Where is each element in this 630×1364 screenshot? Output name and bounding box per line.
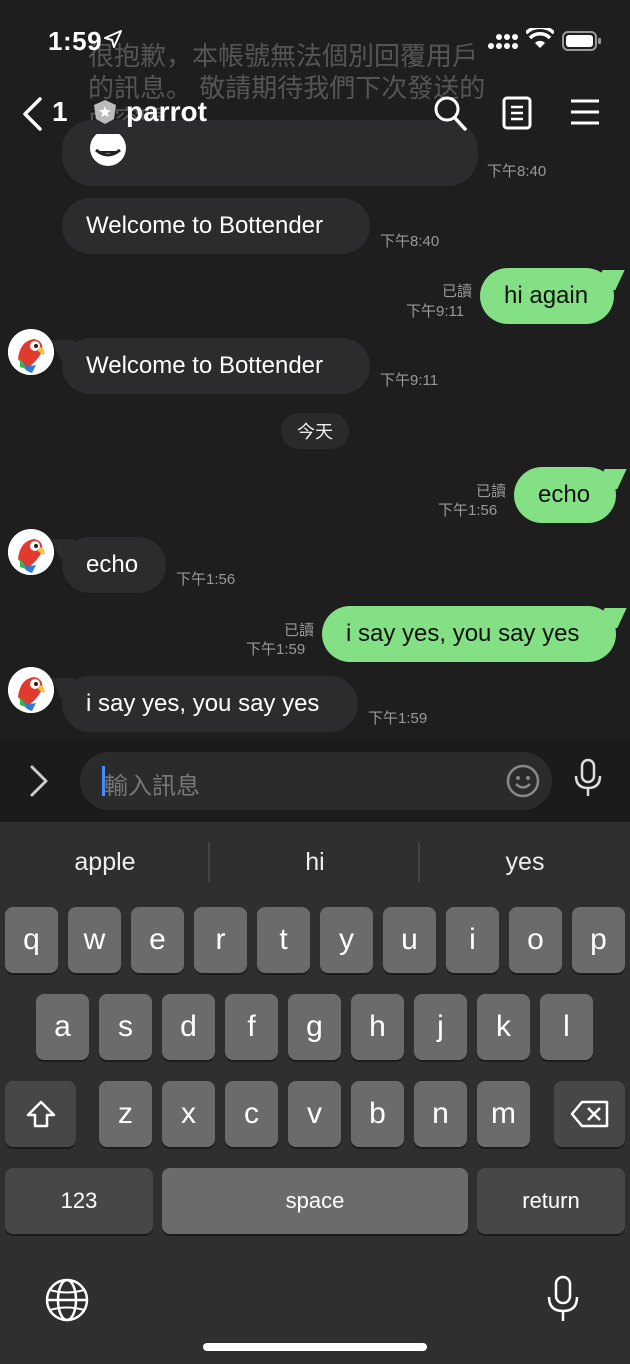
- message-time: 下午8:40: [380, 233, 440, 250]
- my-message-bubble[interactable]: hi again: [480, 268, 614, 324]
- message-input-bar: 輸入訊息: [0, 740, 630, 822]
- key-a[interactable]: a: [36, 994, 89, 1060]
- message-time: 下午1:59: [246, 641, 306, 658]
- prediction-1[interactable]: apple: [0, 848, 210, 877]
- key-d[interactable]: d: [162, 994, 215, 1060]
- key-e[interactable]: e: [131, 907, 184, 973]
- numbers-key[interactable]: 123: [5, 1168, 153, 1234]
- chat-header: 1 parrot: [0, 86, 630, 142]
- cellular-signal-icon: [488, 34, 518, 49]
- key-j[interactable]: j: [414, 994, 467, 1060]
- parrot-avatar[interactable]: [8, 667, 54, 713]
- key-q[interactable]: q: [5, 907, 58, 973]
- key-r[interactable]: r: [194, 907, 247, 973]
- key-z[interactable]: z: [99, 1081, 152, 1147]
- key-y[interactable]: y: [320, 907, 373, 973]
- key-n[interactable]: n: [414, 1081, 467, 1147]
- location-arrow-icon: [104, 30, 122, 48]
- key-l[interactable]: l: [540, 994, 593, 1060]
- message-time: 下午9:11: [380, 372, 439, 389]
- globe-icon[interactable]: [44, 1277, 90, 1323]
- status-time: 1:59: [48, 26, 103, 56]
- emoji-icon[interactable]: [506, 764, 540, 798]
- chat-title[interactable]: parrot: [92, 96, 207, 128]
- read-receipt: 已讀: [283, 622, 314, 639]
- voice-message-mic-icon[interactable]: [572, 758, 604, 798]
- date-divider: 今天: [281, 413, 349, 449]
- chat-title-text: parrot: [126, 96, 207, 127]
- official-account-badge-icon: [94, 100, 116, 124]
- read-receipt: 已讀: [441, 283, 472, 300]
- key-v[interactable]: v: [288, 1081, 341, 1147]
- bot-message-bubble[interactable]: Welcome to Bottender: [62, 338, 370, 394]
- prediction-3[interactable]: yes: [420, 848, 630, 877]
- message-input[interactable]: 輸入訊息: [80, 752, 552, 810]
- key-f[interactable]: f: [225, 994, 278, 1060]
- shift-key[interactable]: [5, 1081, 76, 1147]
- key-h[interactable]: h: [351, 994, 404, 1060]
- space-key[interactable]: space: [162, 1168, 468, 1234]
- battery-icon: [562, 31, 601, 51]
- key-c[interactable]: c: [225, 1081, 278, 1147]
- key-i[interactable]: i: [446, 907, 499, 973]
- delete-key[interactable]: [554, 1081, 625, 1147]
- prediction-2[interactable]: hi: [210, 848, 420, 877]
- key-o[interactable]: o: [509, 907, 562, 973]
- message-time: 下午1:59: [368, 710, 428, 727]
- text-cursor: [102, 766, 105, 796]
- unread-count[interactable]: 1: [52, 96, 68, 128]
- my-message-bubble[interactable]: echo: [514, 467, 616, 523]
- status-bar: 1:59: [0, 0, 630, 80]
- dictation-mic-icon[interactable]: [546, 1275, 580, 1323]
- back-chevron-icon[interactable]: [20, 96, 44, 132]
- key-s[interactable]: s: [99, 994, 152, 1060]
- parrot-avatar[interactable]: [8, 529, 54, 575]
- my-message-bubble[interactable]: i say yes, you say yes: [322, 606, 616, 662]
- read-receipt: 已讀: [475, 483, 506, 500]
- key-p[interactable]: p: [572, 907, 625, 973]
- home-indicator[interactable]: [203, 1343, 427, 1351]
- bot-message-bubble[interactable]: i say yes, you say yes: [62, 676, 358, 732]
- key-w[interactable]: w: [68, 907, 121, 973]
- shift-icon: [26, 1100, 55, 1128]
- menu-icon[interactable]: [570, 98, 600, 126]
- key-b[interactable]: b: [351, 1081, 404, 1147]
- keyboard: apple hi yes q w e r t y u i o p a s d f…: [0, 822, 630, 1364]
- notes-icon[interactable]: [502, 96, 532, 130]
- message-time: 下午8:40: [487, 163, 547, 180]
- expand-chevron-icon[interactable]: [28, 764, 50, 798]
- return-key[interactable]: return: [477, 1168, 625, 1234]
- message-time: 下午1:56: [438, 502, 498, 519]
- key-k[interactable]: k: [477, 994, 530, 1060]
- key-g[interactable]: g: [288, 994, 341, 1060]
- key-u[interactable]: u: [383, 907, 436, 973]
- key-x[interactable]: x: [162, 1081, 215, 1147]
- wifi-icon: [526, 28, 554, 48]
- search-icon[interactable]: [432, 94, 468, 132]
- message-time: 下午1:56: [176, 571, 236, 588]
- backspace-icon: [570, 1100, 608, 1128]
- message-input-placeholder: 輸入訊息: [104, 773, 200, 800]
- bot-message-bubble[interactable]: echo: [62, 537, 166, 593]
- message-time: 下午9:11: [406, 303, 465, 320]
- key-m[interactable]: m: [477, 1081, 530, 1147]
- bot-message-bubble[interactable]: Welcome to Bottender: [62, 198, 370, 254]
- key-t[interactable]: t: [257, 907, 310, 973]
- parrot-avatar[interactable]: [8, 329, 54, 375]
- chat-area[interactable]: 很抱歉，本帳號無法個別回覆用戶的訊息。 敬請期待我們下次發送的內容喔！ 下午8:…: [0, 0, 630, 740]
